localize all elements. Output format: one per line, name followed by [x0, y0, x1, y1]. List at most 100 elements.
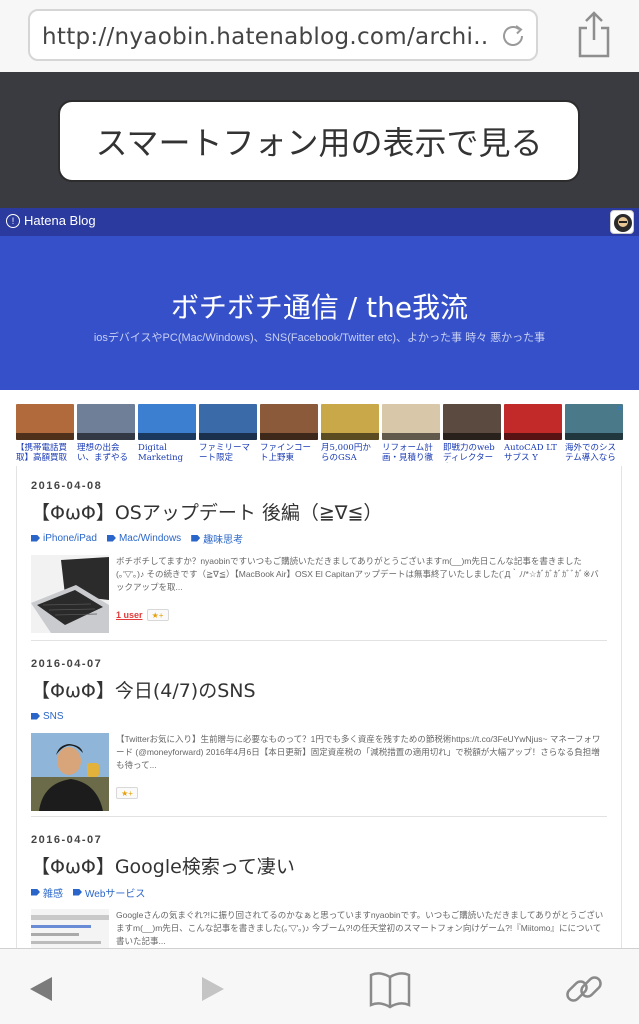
blog-header: ボチボチ通信 / the我流 iosデバイスやPC(Mac/Windows)、S…	[0, 236, 639, 390]
ad-thumbnail-strip	[199, 433, 257, 440]
entry-title[interactable]: 【ΦωΦ】OSアップデート 後編（≧∇≦）	[31, 498, 607, 525]
ad-tile[interactable]: 即戦力のwebディレクター育	[443, 404, 501, 466]
address-bar[interactable]: http://nyaobin.hatenablog.com/archi...	[28, 9, 538, 61]
ad-tile[interactable]: ファミリーマート限定	[199, 404, 257, 466]
tag-icon	[106, 534, 116, 542]
ad-row: 【携帯電話買取】高額買取 理想の出会い、まずやる Digital Marketing…	[16, 404, 624, 466]
screenshot-photo-icon	[31, 909, 109, 948]
ad-thumbnail	[138, 404, 196, 440]
ad-tile[interactable]: AutoCAD LT サブス Y 19950～	[504, 404, 562, 466]
blog-title[interactable]: ボチボチ通信 / the我流	[0, 286, 639, 326]
browser-bottom-toolbar	[0, 948, 639, 1024]
entry-body: ボチボチしてますか？nyaobinですいつもご購読いただきましてありがとうござい…	[31, 555, 607, 635]
category-link[interactable]: iPhone/iPad	[31, 531, 97, 545]
hatena-info-icon: !	[6, 213, 20, 228]
link-chain-icon[interactable]	[562, 967, 606, 1011]
ad-thumbnail-strip	[260, 433, 318, 440]
ad-thumbnail	[16, 404, 74, 440]
reload-icon[interactable]	[498, 21, 528, 51]
archive-entry-list: 2016-04-08 【ΦωΦ】OSアップデート 後編（≧∇≦） iPhone/…	[16, 466, 622, 948]
ad-caption: ファインコート上野東	[260, 443, 312, 463]
entry-categories: iPhone/iPad Mac/Windows 趣味思考	[31, 531, 607, 546]
ad-thumbnail-strip	[138, 433, 196, 440]
hatena-blog-bar: ! Hatena Blog	[0, 208, 639, 236]
ad-thumbnail	[443, 404, 501, 440]
ad-caption: 【携帯電話買取】高額買取	[16, 443, 68, 463]
ad-caption: リフォーム計画・見積り徹	[382, 443, 434, 463]
category-link[interactable]: SNS	[31, 709, 64, 723]
entry-title[interactable]: 【ΦωΦ】Google検索って凄い	[31, 852, 607, 879]
category-link[interactable]: 雑感	[31, 885, 63, 900]
ad-thumbnail	[504, 404, 562, 440]
bookmarks-book-icon[interactable]	[368, 967, 412, 1011]
ad-caption: 即戦力のwebディレクター育	[443, 443, 495, 463]
divider	[31, 640, 607, 641]
entry-item: 2016-04-07 【ΦωΦ】Google検索って凄い 雑感 Webサービス …	[31, 834, 607, 948]
entry-actions: ★+	[116, 787, 138, 799]
entry-body: 【Twitterお気に入り】生前贈与に必要なものって？1円でも多く資産を残すため…	[31, 733, 607, 813]
ad-tile[interactable]: リフォーム計画・見積り徹	[382, 404, 440, 466]
smartphone-view-banner: スマートフォン用の表示で見る	[0, 72, 639, 208]
category-link[interactable]: Webサービス	[73, 885, 145, 900]
ad-tile[interactable]: Digital Marketing	[138, 404, 196, 466]
ad-tile[interactable]: 月5,000円からのGSA light	[321, 404, 379, 466]
entry-actions: 1 user ★+	[116, 609, 169, 621]
entry-item: 2016-04-08 【ΦωΦ】OSアップデート 後編（≧∇≦） iPhone/…	[31, 480, 607, 635]
entry-item: 2016-04-07 【ΦωΦ】今日(4/7)のSNS SNS 【Twitter…	[31, 658, 607, 813]
ad-thumbnail-strip	[565, 433, 623, 440]
back-arrow-icon[interactable]	[22, 967, 66, 1011]
ad-tile[interactable]: ファインコート上野東	[260, 404, 318, 466]
hatena-blog-logo[interactable]: ! Hatena Blog	[6, 213, 96, 228]
ad-tile[interactable]: 【携帯電話買取】高額買取	[16, 404, 74, 466]
share-icon[interactable]	[574, 10, 614, 60]
entry-body: Googleさんの気まぐれ?!に振り回されてるのかなぁと思っていますnyaobi…	[31, 909, 607, 948]
laptop-photo-icon	[31, 555, 109, 633]
entry-date: 2016-04-08	[31, 480, 103, 492]
ad-thumbnail-strip	[443, 433, 501, 440]
person-photo-icon	[31, 733, 109, 811]
category-link[interactable]: Mac/Windows	[106, 531, 181, 545]
tag-icon	[31, 712, 40, 720]
ad-caption: Digital Marketing	[138, 443, 184, 463]
user-avatar[interactable]	[610, 210, 634, 234]
entry-thumbnail-laptop[interactable]	[31, 555, 109, 633]
ad-thumbnail-strip	[321, 433, 379, 440]
browser-top-bar: http://nyaobin.hatenablog.com/archi...	[0, 0, 639, 72]
ad-thumbnail-strip	[382, 433, 440, 440]
ad-thumbnail	[199, 404, 257, 440]
tag-icon	[31, 888, 40, 896]
divider	[31, 816, 607, 817]
ad-tile[interactable]: 海外でのシステム導入なら	[565, 404, 623, 466]
entry-summary: ボチボチしてますか？nyaobinですいつもご購読いただきましてありがとうござい…	[116, 556, 599, 592]
ad-close-icon[interactable]: ×	[615, 404, 624, 413]
entry-thumbnail-person[interactable]	[31, 733, 109, 811]
add-star-button[interactable]: ★+	[146, 609, 169, 621]
ad-caption: 理想の出会い、まずやる	[77, 443, 129, 463]
blog-description: iosデバイスやPC(Mac/Windows)、SNS(Facebook/Twi…	[93, 332, 546, 344]
tag-icon	[73, 888, 82, 896]
bookmark-users[interactable]: 1 user	[116, 610, 143, 620]
ad-tile[interactable]: 理想の出会い、まずやる	[77, 404, 135, 466]
entry-categories: 雑感 Webサービス	[31, 885, 607, 900]
ad-thumbnail-strip	[16, 433, 74, 440]
ad-caption: 月5,000円からのGSA light	[321, 443, 371, 463]
smartphone-view-button[interactable]: スマートフォン用の表示で見る	[58, 100, 580, 182]
tag-icon	[31, 534, 40, 542]
entry-summary: 【Twitterお気に入り】生前贈与に必要なものって？1円でも多く資産を残すため…	[116, 734, 601, 770]
ad-thumbnail	[260, 404, 318, 440]
avatar-icon	[614, 214, 632, 232]
entry-date: 2016-04-07	[31, 658, 103, 670]
entry-summary: Googleさんの気まぐれ?!に振り回されてるのかなぁと思っていますnyaobi…	[116, 910, 604, 946]
url-text[interactable]: http://nyaobin.hatenablog.com/archi...	[42, 24, 490, 50]
hatena-logo-text: Hatena Blog	[24, 213, 96, 228]
ad-caption: ファミリーマート限定	[199, 443, 251, 463]
entry-thumbnail-screenshot[interactable]	[31, 909, 109, 948]
add-star-button[interactable]: ★+	[116, 787, 138, 799]
category-link[interactable]: 趣味思考	[191, 531, 243, 546]
ad-thumbnail-strip	[504, 433, 562, 440]
tag-icon	[191, 534, 201, 542]
entry-date: 2016-04-07	[31, 834, 103, 846]
ad-thumbnail	[77, 404, 135, 440]
entry-title[interactable]: 【ΦωΦ】今日(4/7)のSNS	[31, 676, 607, 703]
forward-arrow-icon[interactable]	[188, 967, 232, 1011]
